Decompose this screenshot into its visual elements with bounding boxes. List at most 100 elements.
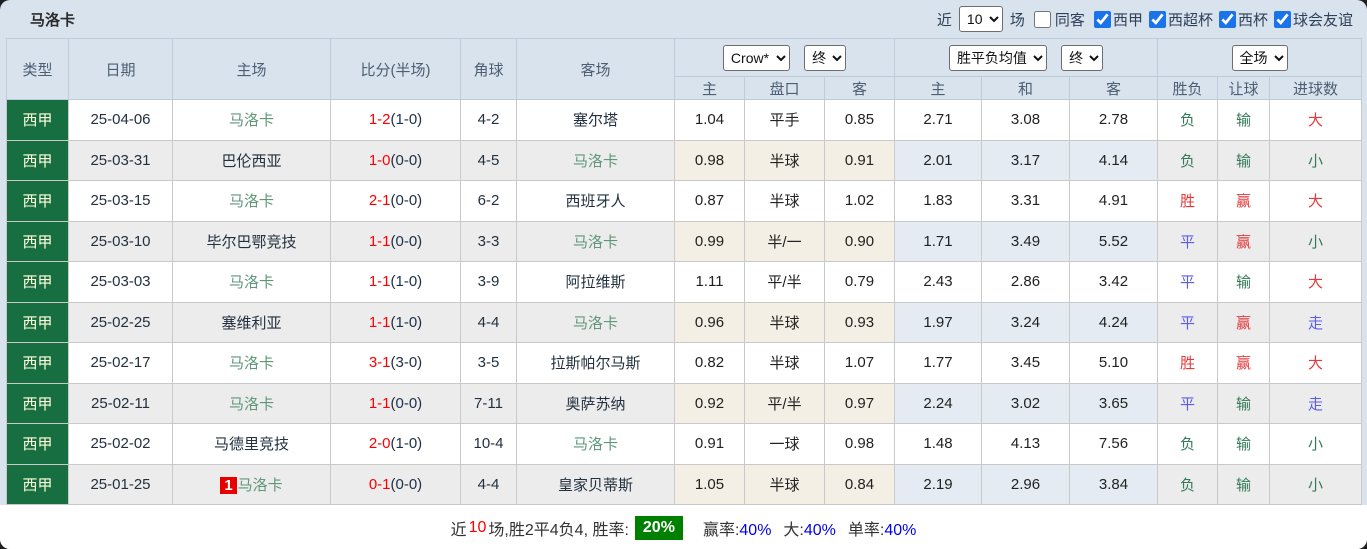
result-cell: 胜 (1157, 180, 1219, 222)
avg-home-cell: 1.77 (894, 342, 983, 384)
match-row: 西甲 25-02-11 马洛卡 1-1(0-0) 7-11 奥萨苏纳 0.92 平/半 0.97… (6, 382, 1363, 424)
league-filter-checkbox-3[interactable] (1273, 10, 1291, 28)
sub-header-avg-home: 主 (894, 76, 983, 100)
sub-header-handicap: 盘口 (744, 76, 825, 100)
handicap-result-cell: 输 (1217, 382, 1271, 424)
away-team-cell: 阿拉维斯 (516, 261, 675, 303)
sub-header-avg-away: 客 (1069, 76, 1159, 100)
topbar: 马洛卡 近 10 场 同客 西甲 西超杯 西杯 球会友谊 (0, 0, 1367, 38)
odds-home-cell: 1.05 (674, 463, 745, 505)
home-team-name: 马洛卡 (228, 355, 274, 373)
home-team-name: 马洛卡 (237, 476, 283, 494)
match-row: 西甲 25-01-25 1 马洛卡 0-1(0-0) 4-4 皇家贝蒂斯 1.05 半球 0.84… (6, 463, 1363, 505)
summary-count: 10 (468, 519, 487, 536)
corners-cell: 4-4 (460, 463, 517, 505)
handicap-result-cell: 赢 (1217, 301, 1271, 343)
home-team-cell: 马洛卡 (172, 180, 331, 222)
league-filter-label-2: 西杯 (1237, 11, 1268, 29)
near-count-select[interactable]: 10 (958, 6, 1003, 32)
handicap-dropdown-group: Crow* 终 (673, 37, 896, 78)
league-filter-checkbox-2[interactable] (1218, 10, 1236, 28)
result-cell: 平 (1157, 220, 1219, 262)
col-header-away: 客场 (516, 38, 675, 100)
league-filters: 西甲 西超杯 西杯 球会友谊 (1088, 9, 1353, 30)
home-team-cell: 1 马洛卡 (172, 463, 331, 505)
same-opponent-checkbox[interactable] (1033, 10, 1051, 28)
avg-away-cell: 4.14 (1069, 139, 1159, 181)
league-filter-checkbox-1[interactable] (1148, 10, 1166, 28)
home-team-cell: 马洛卡 (172, 99, 331, 141)
halftime-score: (0-0) (390, 151, 423, 169)
score-cell: 1-1(1-0) (330, 261, 461, 303)
fulltime-score: 1-1 (368, 273, 391, 291)
home-team-cell: 马洛卡 (172, 261, 331, 303)
avg-away-cell: 5.10 (1069, 342, 1159, 384)
handicap-result-cell: 输 (1217, 261, 1271, 303)
odds-away-cell: 0.85 (823, 99, 896, 141)
result-cell: 负 (1157, 423, 1219, 465)
avg-away-cell: 5.52 (1069, 220, 1159, 262)
odds-home-cell: 0.82 (674, 342, 745, 384)
home-team-cell: 巴伦西亚 (172, 139, 331, 181)
avg-away-cell: 3.65 (1069, 382, 1159, 424)
avg-draw-cell: 3.08 (981, 99, 1071, 141)
avg-home-cell: 2.43 (894, 261, 983, 303)
away-team-name: 马洛卡 (572, 233, 618, 251)
home-team-cell: 毕尔巴鄂竞技 (172, 220, 331, 262)
halftime-score: (1-0) (390, 435, 423, 453)
handicap-cell: 一球 (744, 423, 825, 465)
handicap-cell: 平/半 (744, 261, 825, 303)
bookmaker-state-select[interactable]: 终 (804, 44, 847, 71)
average-select[interactable]: 胜平负均值 (948, 44, 1047, 71)
avg-home-cell: 2.01 (894, 139, 983, 181)
avg-draw-cell: 3.17 (981, 139, 1071, 181)
avg-away-cell: 4.24 (1069, 301, 1159, 343)
fulltime-score: 1-1 (368, 232, 391, 250)
result-cell: 负 (1157, 463, 1219, 505)
corners-cell: 3-9 (460, 261, 517, 303)
date-cell: 25-02-25 (68, 301, 173, 343)
handicap-cell: 半球 (744, 342, 825, 384)
odds-away-cell: 0.93 (823, 301, 896, 343)
odds-home-cell: 0.92 (674, 382, 745, 424)
halftime-score: (1-0) (390, 111, 423, 129)
bookmaker-select[interactable]: Crow* (722, 44, 790, 71)
league-filter-checkbox-0[interactable] (1093, 10, 1111, 28)
match-row: 西甲 25-03-10 毕尔巴鄂竞技 1-1(0-0) 3-3 马洛卡 0.99 半/一 0.9… (6, 220, 1363, 262)
handicap-cell: 半球 (744, 180, 825, 222)
home-team-cell: 塞维利亚 (172, 301, 331, 343)
average-state-select[interactable]: 终 (1061, 44, 1104, 71)
away-team-name: 拉斯帕尔马斯 (550, 355, 641, 373)
league-cell: 西甲 (6, 423, 69, 465)
summary-footer: 近 10 场,胜2平4负4, 胜率: 20% 赢率:40% 大:40% 单率:40% (0, 505, 1367, 549)
fulltime-score: 3-1 (368, 354, 391, 372)
league-cell: 西甲 (6, 342, 69, 384)
corners-cell: 4-4 (460, 301, 517, 343)
matches-table: 类型 日期 主场 比分(半场) 角球 客场 Crow* 终 胜平负均值 终 全场 (6, 37, 1363, 505)
odds-away-cell: 0.79 (823, 261, 896, 303)
score-cell: 2-0(1-0) (330, 423, 461, 465)
date-cell: 25-03-03 (68, 261, 173, 303)
halftime-score: (3-0) (390, 354, 423, 372)
home-team-cell: 马洛卡 (172, 342, 331, 384)
avg-draw-cell: 3.24 (981, 301, 1071, 343)
league-cell: 西甲 (6, 180, 69, 222)
home-team-name: 马洛卡 (228, 112, 274, 130)
home-team-cell: 马德里竞技 (172, 423, 331, 465)
scope-select[interactable]: 全场 (1231, 44, 1288, 71)
halftime-score: (0-0) (390, 394, 423, 412)
home-team-name: 马洛卡 (228, 274, 274, 292)
avg-home-cell: 2.24 (894, 382, 983, 424)
league-cell: 西甲 (6, 139, 69, 181)
red-card-badge: 1 (220, 476, 237, 494)
away-team-cell: 马洛卡 (516, 423, 675, 465)
away-team-name: 奥萨苏纳 (565, 395, 626, 413)
col-header-corners: 角球 (460, 38, 517, 100)
home-team-name: 马洛卡 (228, 395, 274, 413)
odds-away-cell: 0.98 (823, 423, 896, 465)
handicap-result-cell: 输 (1217, 463, 1271, 505)
avg-away-cell: 3.42 (1069, 261, 1159, 303)
odds-home-cell: 0.99 (674, 220, 745, 262)
home-team-name: 马德里竞技 (213, 436, 289, 454)
handicap-cell: 平/半 (744, 382, 825, 424)
